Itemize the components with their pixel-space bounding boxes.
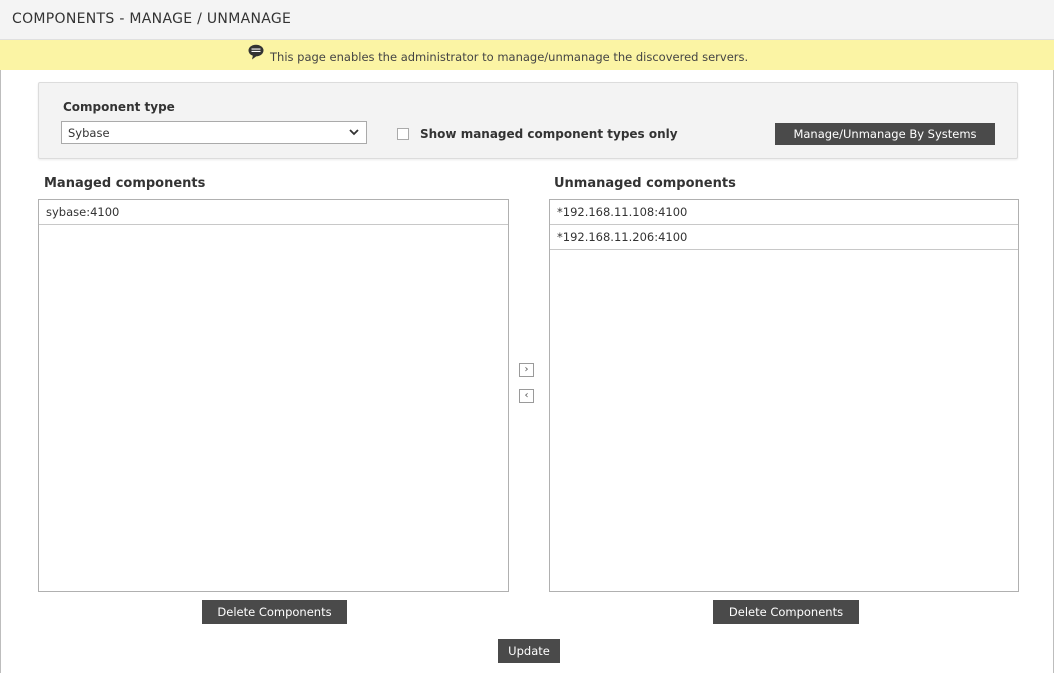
chevron-down-icon — [349, 129, 359, 136]
list-item[interactable]: *192.168.11.206:4100 — [550, 225, 1018, 250]
page-title: COMPONENTS - MANAGE / UNMANAGE — [12, 11, 292, 27]
move-right-button[interactable]: › — [519, 363, 534, 377]
manage-by-systems-button[interactable]: Manage/Unmanage By Systems — [775, 123, 995, 145]
unmanaged-heading: Unmanaged components — [554, 176, 736, 191]
delete-managed-button[interactable]: Delete Components — [202, 600, 347, 624]
managed-list[interactable]: sybase:4100 — [38, 199, 509, 592]
show-managed-label: Show managed component types only — [420, 127, 678, 141]
delete-unmanaged-button[interactable]: Delete Components — [713, 600, 859, 624]
speech-bubble-icon — [248, 44, 264, 60]
chevron-left-icon: ‹ — [524, 390, 529, 401]
info-banner: This page enables the administrator to m… — [0, 40, 1054, 70]
component-type-label: Component type — [63, 100, 175, 114]
move-left-button[interactable]: ‹ — [519, 389, 534, 403]
component-type-value: Sybase — [68, 126, 110, 140]
title-bar: COMPONENTS - MANAGE / UNMANAGE — [0, 0, 1054, 40]
show-managed-checkbox[interactable] — [397, 128, 409, 140]
update-button[interactable]: Update — [498, 639, 560, 663]
managed-heading: Managed components — [44, 176, 206, 191]
unmanaged-list[interactable]: *192.168.11.108:4100 *192.168.11.206:410… — [549, 199, 1019, 592]
chevron-right-icon: › — [524, 364, 529, 375]
list-item[interactable]: sybase:4100 — [39, 200, 508, 225]
info-text: This page enables the administrator to m… — [270, 50, 749, 64]
filter-panel: Component type Sybase Show managed compo… — [38, 82, 1018, 159]
component-type-select[interactable]: Sybase — [61, 121, 367, 144]
list-item[interactable]: *192.168.11.108:4100 — [550, 200, 1018, 225]
